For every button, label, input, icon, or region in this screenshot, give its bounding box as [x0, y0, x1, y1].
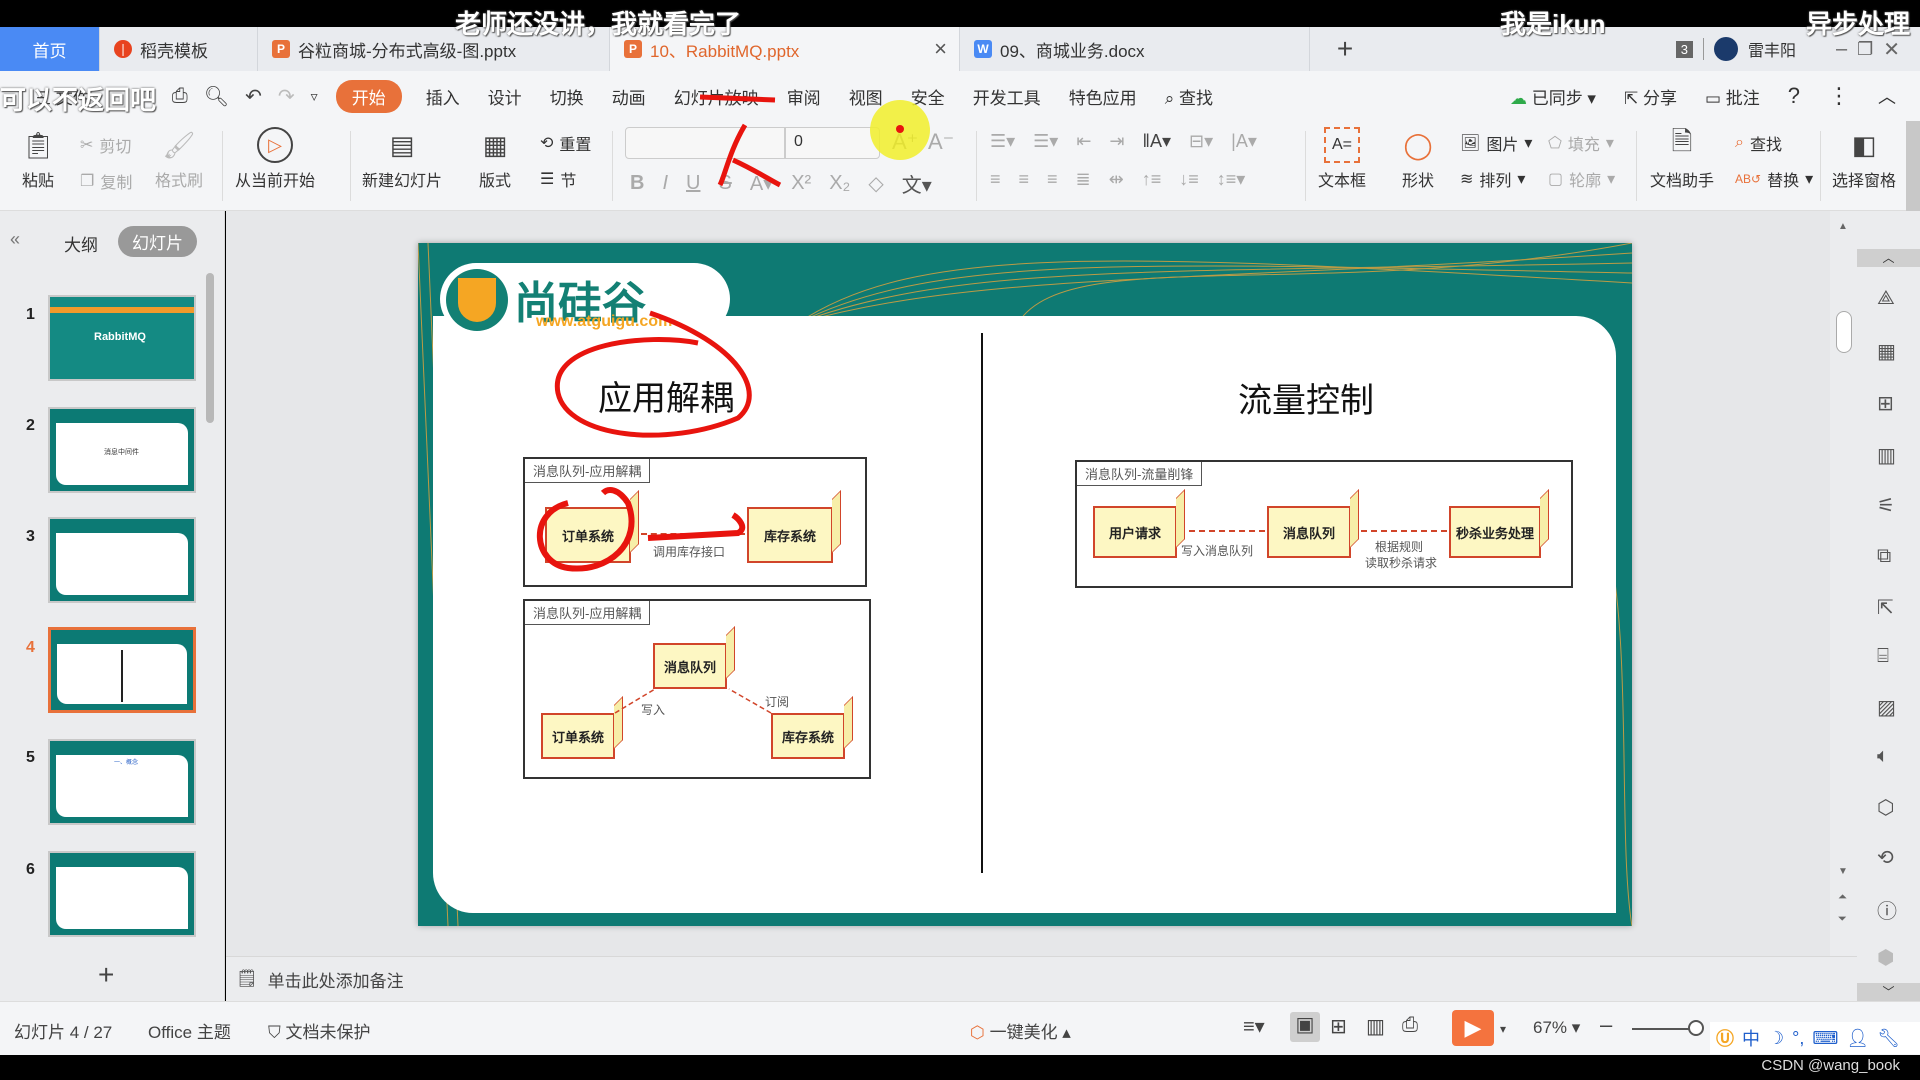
- overlay-caption: 我是ikun: [1500, 9, 1606, 39]
- thumbnail-scrollbar[interactable]: [206, 273, 214, 423]
- history-icon[interactable]: ⟲: [1877, 845, 1894, 870]
- shape-effects-icon[interactable]: ⟁: [1877, 287, 1895, 310]
- share-out-icon[interactable]: ⇱: [1877, 595, 1894, 620]
- beautify-icon: ⬡: [970, 1023, 985, 1042]
- ime-settings-icon[interactable]: 🔧︎: [1877, 1028, 1900, 1049]
- thumb-number: 3: [26, 528, 35, 545]
- normal-view-icon[interactable]: ▣: [1290, 1012, 1320, 1042]
- grid-icon[interactable]: ⊞: [1877, 391, 1894, 416]
- scroll-up-icon[interactable]: ▲: [1838, 221, 1848, 232]
- ink-stroke: [717, 123, 782, 188]
- camera-icon[interactable]: ⎙: [1402, 1014, 1418, 1037]
- ime-keyboard-icon[interactable]: ⌨: [1812, 1028, 1838, 1049]
- ink-circle-order: [536, 487, 635, 572]
- side-scroll-up[interactable]: ︿: [1857, 249, 1920, 267]
- beautify-button[interactable]: ⬡ 一键美化 ▴: [970, 1018, 1071, 1043]
- theme-name[interactable]: Office 主题: [148, 1018, 231, 1043]
- thumb-title: RabbitMQ: [94, 331, 146, 343]
- scroll-thumb[interactable]: [1836, 311, 1852, 353]
- add-slide-button[interactable]: +: [98, 959, 114, 991]
- ime-moon-icon[interactable]: ☽: [1768, 1028, 1784, 1049]
- overlay-caption: 老师还没讲，我就看完了: [455, 9, 742, 39]
- thumb-number: 2: [26, 417, 35, 434]
- shield-icon[interactable]: ⬡: [1877, 795, 1894, 820]
- slideshow-play-button[interactable]: ▶: [1452, 1010, 1494, 1046]
- status-bar: 幻灯片 4 / 27 Office 主题 ⛉ 文档未保护 ⬡ 一键美化 ▴ ≡▾…: [0, 1001, 1920, 1055]
- watermark: CSDN @wang_book: [1761, 1057, 1900, 1074]
- overlay-caption: 可以不返回吧: [0, 85, 157, 115]
- thumb-number: 1: [26, 306, 35, 323]
- thumb-title: 一、概念: [114, 760, 139, 766]
- slide-counter: 幻灯片 4 / 27: [14, 1023, 113, 1042]
- slide-sorter-icon[interactable]: ⊞: [1330, 1014, 1347, 1039]
- slide-thumbnail-3[interactable]: [48, 517, 196, 603]
- slide-thumbnail-4[interactable]: [48, 627, 196, 713]
- ink-ribbon-annotations: [699, 94, 930, 188]
- shield-x-icon: ⛉: [268, 1023, 281, 1042]
- image-gallery-icon[interactable]: ⧉: [1877, 545, 1891, 568]
- notes-placeholder: 单击此处添加备注: [267, 971, 404, 991]
- zoom-value: 67%: [1533, 1018, 1568, 1037]
- settings-sliders-icon[interactable]: ⚟: [1877, 493, 1895, 518]
- protection-label: 文档未保护: [285, 1023, 371, 1042]
- ime-logo-icon: Ⓤ: [1716, 1029, 1734, 1049]
- audio-icon[interactable]: 🔈︎: [1877, 745, 1889, 768]
- zoom-slider-thumb[interactable]: [1688, 1020, 1704, 1036]
- next-slide-icon[interactable]: ⏷: [1838, 913, 1847, 926]
- cube-icon[interactable]: ⬢: [1877, 945, 1894, 970]
- ink-strike: [699, 94, 776, 103]
- slide-thumbnail-pane: « 大纲 幻灯片 1 RabbitMQ 2 消息中间件 3 4 5 一、概念 6…: [0, 211, 225, 1001]
- slides-tab[interactable]: 幻灯片: [118, 226, 197, 257]
- cursor-dot: [896, 125, 904, 133]
- thumb-stripe: [50, 307, 194, 313]
- slide-thumbnail-5[interactable]: 一、概念: [48, 739, 196, 825]
- zoom-out-icon[interactable]: –: [1600, 1012, 1612, 1038]
- ink-circle-title: [554, 310, 752, 438]
- notes-toggle-icon[interactable]: ≡▾: [1243, 1014, 1265, 1039]
- screen-bottom-bar: CSDN @wang_book: [0, 1055, 1920, 1080]
- thumb-number: 4: [26, 639, 35, 656]
- chart-icon[interactable]: ▥: [1877, 443, 1896, 468]
- prev-slide-icon[interactable]: ⏶: [1838, 891, 1847, 904]
- ime-punct-icon[interactable]: °,: [1792, 1028, 1804, 1049]
- notes-icon: 🗒︎: [236, 969, 258, 988]
- thumb-title: 消息中间件: [104, 449, 139, 456]
- ime-user-icon[interactable]: 👤︎: [1846, 1028, 1869, 1049]
- collapse-pane-icon[interactable]: «: [10, 229, 20, 250]
- slide-thumbnail-2[interactable]: 消息中间件: [48, 407, 196, 493]
- reading-view-icon[interactable]: ▥: [1366, 1014, 1385, 1039]
- help-circle-icon[interactable]: ⓘ: [1877, 895, 1897, 924]
- overlay-caption: 异步处理: [1806, 9, 1911, 39]
- canvas-scrollbar[interactable]: ▲ ▼ ⏶ ⏷: [1830, 211, 1857, 956]
- thumb-divider: [121, 650, 123, 702]
- zoom-select[interactable]: 67% ▾: [1533, 1018, 1580, 1038]
- table-icon[interactable]: ▦: [1877, 339, 1896, 364]
- notes-pane[interactable]: 🗒︎ 单击此处添加备注: [226, 956, 1857, 1001]
- ink-annotations: [536, 310, 752, 572]
- slide-thumbnail-1[interactable]: RabbitMQ: [48, 295, 196, 381]
- outline-tab[interactable]: 大纲: [64, 231, 98, 256]
- slideshow-dropdown-icon[interactable]: ▾: [1500, 1022, 1506, 1036]
- slide-4[interactable]: 尚硅谷 www.atguigu.com 应用解耦 流量控制 消息队列-应用解耦 …: [418, 243, 1632, 926]
- ink-arrow: [647, 512, 746, 541]
- ime-toolbar: Ⓤ 中 ☽ °, ⌨ 👤︎ 🔧︎: [1710, 1022, 1920, 1054]
- ime-language[interactable]: 中: [1742, 1025, 1760, 1051]
- thumb-number: 6: [26, 861, 35, 878]
- document-protection[interactable]: ⛉ 文档未保护: [268, 1018, 370, 1043]
- right-side-toolbar: ︿ ⟁ ▦ ⊞ ▥ ⚟ ⧉ ⇱ ⌸ ▨ 🔈︎ ⬡ ⟲ ⓘ ⬢ ﹀: [1857, 211, 1920, 1001]
- slide-thumbnail-6[interactable]: [48, 851, 196, 937]
- archive-icon[interactable]: ⌸: [1877, 645, 1889, 668]
- thumb-number: 5: [26, 749, 35, 766]
- picture-icon[interactable]: ▨: [1877, 695, 1896, 720]
- scroll-down-icon[interactable]: ▼: [1838, 866, 1848, 877]
- beautify-label: 一键美化: [989, 1023, 1058, 1042]
- side-scroll-down[interactable]: ﹀: [1857, 983, 1920, 1001]
